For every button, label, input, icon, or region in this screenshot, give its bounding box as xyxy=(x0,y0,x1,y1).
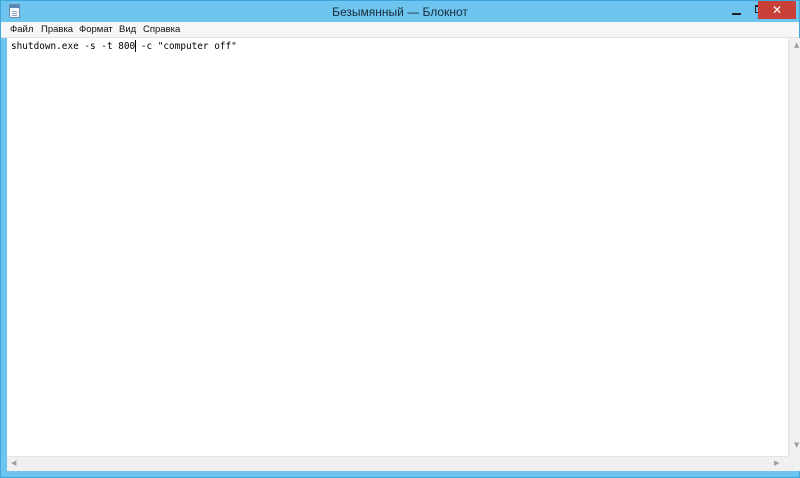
close-icon: ✕ xyxy=(771,2,783,17)
menu-item-format[interactable]: Формат xyxy=(79,24,113,35)
close-button[interactable]: ✕ xyxy=(758,1,796,19)
notepad-icon-line xyxy=(12,11,17,12)
editor-content[interactable]: shutdown.exe -s -t 800 -c "computer off" xyxy=(11,40,237,53)
minimize-icon xyxy=(731,12,741,15)
notepad-icon-line xyxy=(12,15,17,16)
notepad-icon-band xyxy=(10,5,19,8)
menu-item-view[interactable]: Вид xyxy=(119,24,136,35)
text-caret xyxy=(135,40,136,52)
title-bar[interactable]: Безымянный — Блокнот ✕ xyxy=(1,1,799,22)
scroll-right-icon[interactable]: ▶ xyxy=(774,460,779,467)
vertical-scrollbar[interactable]: ▲ ▼ xyxy=(788,38,800,456)
window-title: Безымянный — Блокнот xyxy=(332,5,468,19)
scrollbar-corner xyxy=(788,456,800,471)
menu-item-file[interactable]: Файл xyxy=(10,24,33,35)
scroll-down-icon[interactable]: ▼ xyxy=(794,442,799,449)
notepad-icon[interactable] xyxy=(9,4,20,18)
menu-bar: Файл Правка Формат Вид Справка xyxy=(1,22,799,38)
scroll-left-icon[interactable]: ◀ xyxy=(11,460,16,467)
notepad-icon-line xyxy=(12,13,17,14)
notepad-window: Безымянный — Блокнот ✕ Файл Правка Форма… xyxy=(0,0,800,478)
menu-item-help[interactable]: Справка xyxy=(143,24,180,35)
scroll-up-icon[interactable]: ▲ xyxy=(794,42,799,49)
menu-item-edit[interactable]: Правка xyxy=(41,24,73,35)
horizontal-scrollbar[interactable]: ◀ ▶ xyxy=(7,456,788,471)
text-editor[interactable]: shutdown.exe -s -t 800 -c "computer off"… xyxy=(7,38,800,471)
